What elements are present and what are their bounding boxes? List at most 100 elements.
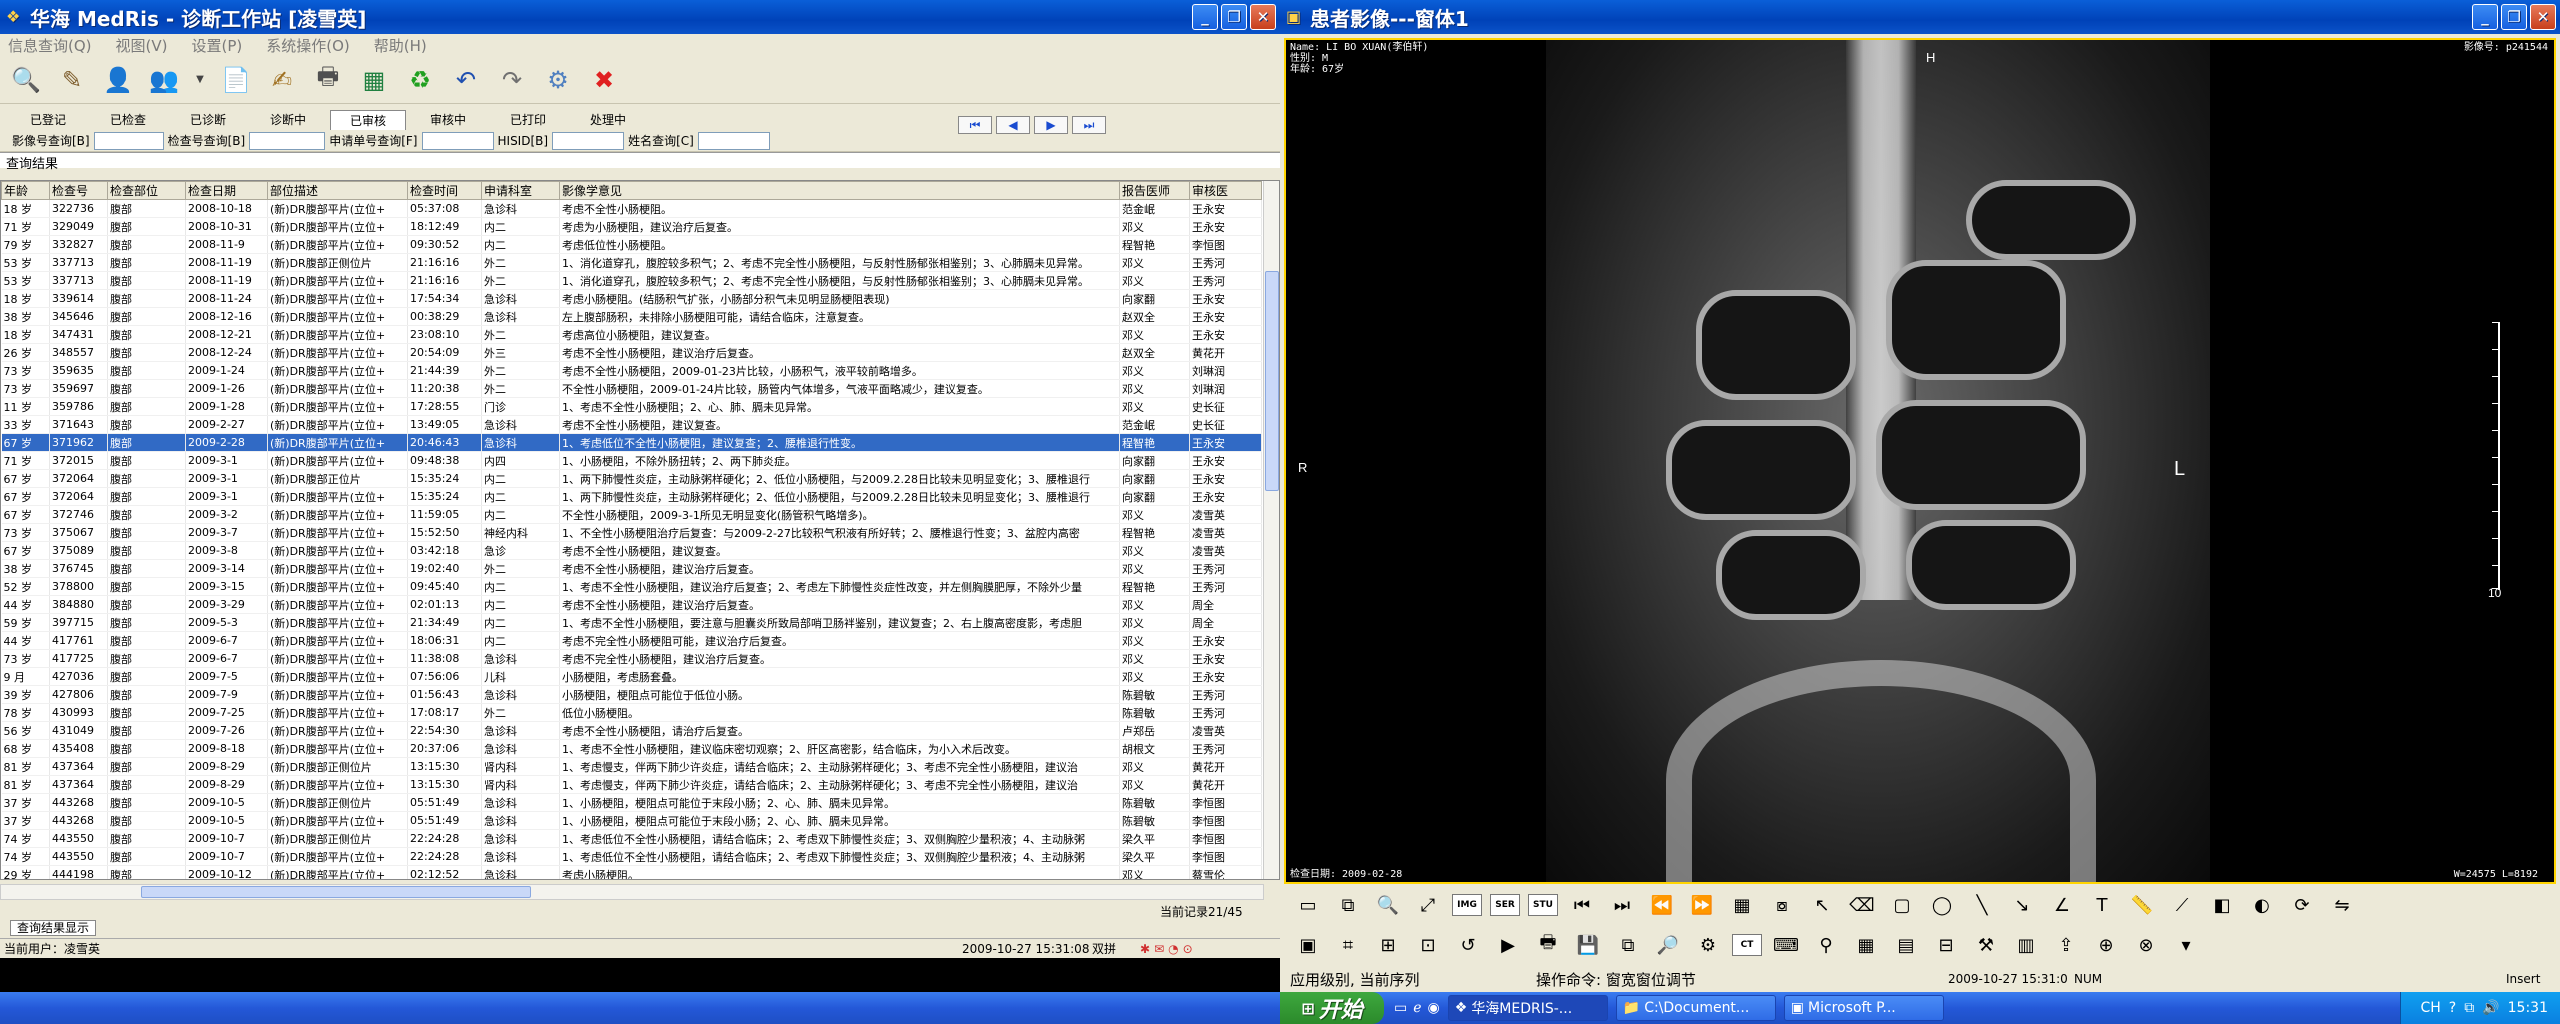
next-series-icon[interactable]: ⏩ (1686, 890, 1718, 920)
table-row[interactable]: 38 岁 345646 腹部 2008-12-16 (新)DR腹部平片(立位+ 00:38… (1, 307, 1262, 326)
ie-icon[interactable]: ℯ (1413, 1000, 1421, 1016)
table-row[interactable]: 73 岁 359697 腹部 2009-1-26 (新)DR腹部平片(立位+ 11:20:… (1, 379, 1262, 398)
cine-icon[interactable]: ▶ (1492, 930, 1524, 960)
col-exam-date[interactable]: 检查日期 (185, 181, 268, 200)
col-age[interactable]: 年龄 (1, 181, 50, 200)
first-record-button[interactable]: ⏮ (958, 116, 992, 134)
arrow-icon[interactable]: ↘ (2006, 890, 2038, 920)
table-row[interactable]: 67 岁 371962 腹部 2009-2-28 (新)DR腹部平片(立位+ 20:46:… (1, 433, 1262, 452)
table-row[interactable]: 38 岁 376745 腹部 2009-3-14 (新)DR腹部平片(立位+ 19:02:… (1, 559, 1262, 578)
table-row[interactable]: 53 岁 337713 腹部 2008-11-19 (新)DR腹部正侧位片 21:16:1… (1, 253, 1262, 272)
table-row[interactable]: 73 岁 375067 腹部 2009-3-7 (新)DR腹部平片(立位+ 15:52:5… (1, 523, 1262, 542)
angle-icon[interactable]: ∠ (2046, 890, 2078, 920)
rectangle-icon[interactable]: ▢ (1886, 890, 1918, 920)
next-record-button[interactable]: ▶ (1034, 116, 1068, 134)
person-icon[interactable]: ⚲ (1810, 930, 1842, 960)
stu-icon[interactable]: STU (1528, 894, 1558, 916)
table-row[interactable]: 59 岁 397715 腹部 2009-5-3 (新)DR腹部平片(立位+ 21:34:4… (1, 613, 1262, 632)
sign-icon[interactable]: ✍ (264, 62, 300, 98)
vertical-scrollbar[interactable] (1263, 181, 1279, 879)
menu-settings[interactable]: 设置(P) (191, 35, 242, 56)
desktop-icon[interactable]: ▭ (1394, 1000, 1407, 1016)
col-reviewer[interactable]: 审核医 (1189, 181, 1262, 200)
layout-icon[interactable]: ▭ (1292, 890, 1324, 920)
table-row[interactable]: 18 岁 347431 腹部 2008-12-21 (新)DR腹部平片(立位+ 23:08… (1, 325, 1262, 344)
dropdown-arrow-icon[interactable]: ▼ (192, 62, 208, 98)
table-row[interactable]: 29 岁 444198 腹部 2009-10-12 (新)DR腹部平片(立位+ 02:12… (1, 865, 1262, 879)
table-row[interactable]: 74 岁 443550 腹部 2009-10-7 (新)DR腹部平片(立位+ 22:24:… (1, 847, 1262, 866)
table-row[interactable]: 67 岁 372746 腹部 2009-3-2 (新)DR腹部平片(立位+ 11:59:0… (1, 505, 1262, 524)
grid-icon[interactable]: ▦ (1726, 890, 1758, 920)
eraser-icon[interactable]: ⌫ (1846, 890, 1878, 920)
volume-icon[interactable]: 🔊 (2482, 1000, 2499, 1016)
settings-icon[interactable]: ⚙ (540, 62, 576, 98)
media-icon[interactable]: ◉ (1428, 1000, 1440, 1016)
ser-icon[interactable]: SER (1490, 894, 1520, 916)
invert-icon[interactable]: ◧ (2206, 890, 2238, 920)
ellipse-icon[interactable]: ◯ (1926, 890, 1958, 920)
compare-icon[interactable]: ⧇ (1766, 890, 1798, 920)
task-explorer[interactable]: 📁 C:\Document... (1615, 995, 1776, 1021)
scroll-thumb[interactable] (1265, 271, 1279, 491)
table-row[interactable]: 44 岁 417761 腹部 2009-6-7 (新)DR腹部平片(立位+ 18:06:3… (1, 631, 1262, 650)
person-icon[interactable]: 👤 (100, 62, 136, 98)
tray-icon[interactable]: ⊙ (1183, 942, 1193, 956)
table-row[interactable]: 78 岁 430993 腹部 2009-7-25 (新)DR腹部平片(立位+ 17:08:… (1, 703, 1262, 722)
roi-icon[interactable]: ⊗ (2130, 930, 2162, 960)
tab-diagnosing[interactable]: 诊断中 (250, 110, 326, 130)
tray-icon[interactable]: ✉ (1154, 942, 1164, 956)
tab-diagnosed[interactable]: 已诊断 (170, 110, 246, 130)
print-icon[interactable]: 🖶 (310, 62, 346, 98)
table-row[interactable]: 67 岁 372064 腹部 2009-3-1 (新)DR腹部平片(立位+ 15:35:2… (1, 487, 1262, 506)
excel-icon[interactable]: ▦ (356, 62, 392, 98)
table-row[interactable]: 81 岁 437364 腹部 2009-8-29 (新)DR腹部平片(立位+ 13:15:… (1, 775, 1262, 794)
help-icon[interactable]: ? (2449, 1000, 2456, 1016)
keyboard-icon[interactable]: ⌨ (1770, 930, 1802, 960)
horizontal-scrollbar[interactable] (0, 884, 1264, 900)
table-row[interactable]: 71 岁 372015 腹部 2009-3-1 (新)DR腹部平片(立位+ 09:48:3… (1, 451, 1262, 470)
col-exam-part[interactable]: 检查部位 (107, 181, 186, 200)
table-row[interactable]: 33 岁 371643 腹部 2009-2-27 (新)DR腹部平片(立位+ 13:49:… (1, 415, 1262, 434)
table-row[interactable]: 53 岁 337713 腹部 2008-11-19 (新)DR腹部平片(立位+ 21:16… (1, 271, 1262, 290)
img-icon[interactable]: IMG (1452, 894, 1482, 916)
title-bar[interactable]: ❖ 华海 MedRis - 诊断工作站 [凌雪英] _ ❐ ✕ (0, 0, 1280, 34)
reset-icon[interactable]: ↺ (1452, 930, 1484, 960)
maximize-button[interactable]: ❐ (2501, 4, 2527, 30)
tab-reviewing[interactable]: 审核中 (410, 110, 486, 130)
refresh-icon[interactable]: ♻ (402, 62, 438, 98)
task-medris[interactable]: ❖ 华海MEDRIS-... (1447, 995, 1608, 1021)
table-row[interactable]: 67 岁 375089 腹部 2009-3-8 (新)DR腹部平片(立位+ 03:42:1… (1, 541, 1262, 560)
table-row[interactable]: 73 岁 417725 腹部 2009-6-7 (新)DR腹部平片(立位+ 11:38:0… (1, 649, 1262, 668)
copy-icon[interactable]: ⧉ (1612, 930, 1644, 960)
table-row[interactable]: 26 岁 348557 腹部 2008-12-24 (新)DR腹部平片(立位+ 20:54… (1, 343, 1262, 362)
find-icon[interactable]: 🔎 (1652, 930, 1684, 960)
more-icon[interactable]: ▾ (2170, 930, 2202, 960)
table-row[interactable]: 44 岁 384880 腹部 2009-3-29 (新)DR腹部平片(立位+ 02:01:… (1, 595, 1262, 614)
menu-system[interactable]: 系统操作(O) (266, 35, 350, 56)
minimize-button[interactable]: _ (2472, 4, 2498, 30)
settings-icon[interactable]: ⚙ (1692, 930, 1724, 960)
xray-image[interactable] (1546, 40, 2210, 882)
menu-help[interactable]: 帮助(H) (374, 35, 427, 56)
table-row[interactable]: 67 岁 372064 腹部 2009-3-1 (新)DR腹部正位片 15:35:24 内二… (1, 469, 1262, 488)
tab-processing[interactable]: 处理中 (570, 110, 646, 130)
tab-printed[interactable]: 已打印 (490, 110, 566, 130)
tab-registered[interactable]: 已登记 (10, 110, 86, 130)
maximize-button[interactable]: ❐ (1221, 4, 1247, 30)
start-button[interactable]: ⊞ 开始 (1280, 992, 1384, 1024)
table-row[interactable]: 39 岁 427806 腹部 2009-7-9 (新)DR腹部平片(立位+ 01:56:4… (1, 685, 1262, 704)
clock[interactable]: 15:31 (2508, 1000, 2548, 1016)
prev-record-button[interactable]: ◀ (996, 116, 1030, 134)
pointer-icon[interactable]: ↖ (1806, 890, 1838, 920)
group-icon[interactable]: 👥 (146, 62, 182, 98)
table-row[interactable]: 18 岁 322736 腹部 2008-10-18 (新)DR腹部平片(立位+ 05:37… (1, 199, 1262, 218)
tray-icon[interactable]: ✱ (1140, 942, 1150, 956)
report-icon[interactable]: ▤ (1890, 930, 1922, 960)
undo-icon[interactable]: ↶ (448, 62, 484, 98)
tab-examined[interactable]: 已检查 (90, 110, 166, 130)
table-row[interactable]: 68 岁 435408 腹部 2009-8-18 (新)DR腹部平片(立位+ 20:37:… (1, 739, 1262, 758)
ruler-icon[interactable]: 📏 (2126, 890, 2158, 920)
close-button[interactable]: ✕ (2530, 4, 2556, 30)
first-image-icon[interactable]: ⏮ (1566, 890, 1598, 920)
table-row[interactable]: 52 岁 378800 腹部 2009-3-15 (新)DR腹部平片(立位+ 09:45:… (1, 577, 1262, 596)
